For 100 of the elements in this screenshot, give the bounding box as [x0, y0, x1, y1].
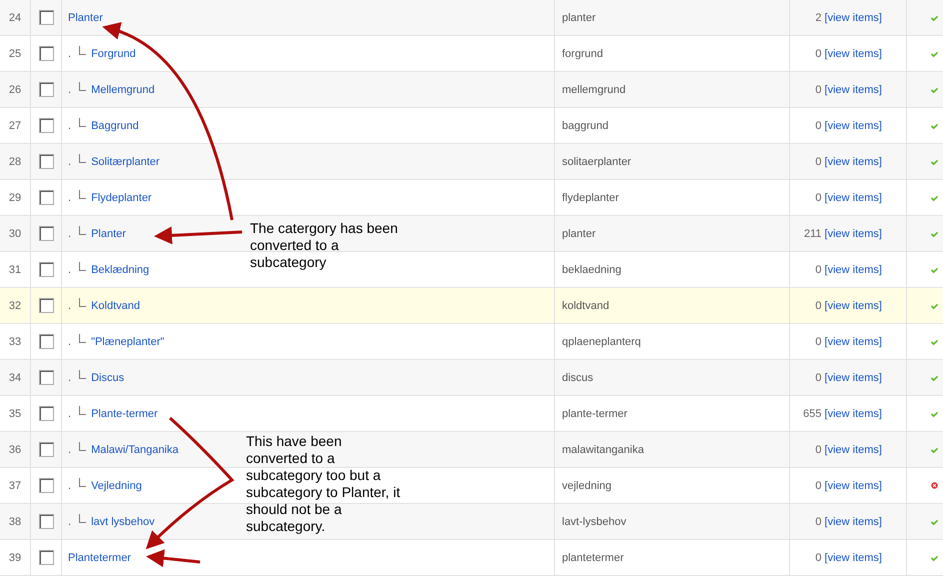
- tree-dot: .: [68, 444, 72, 456]
- tree-branch-icon: [79, 46, 86, 55]
- checkbox[interactable]: [38, 442, 54, 457]
- tree-dot: .: [68, 84, 72, 96]
- row-number: 25: [8, 48, 22, 60]
- category-link[interactable]: Malawi/Tanganika: [91, 444, 178, 456]
- tree-branch-icon: [79, 262, 86, 271]
- category-link[interactable]: lavt lysbehov: [91, 516, 155, 528]
- tree-dot: .: [68, 372, 72, 384]
- row-number: 24: [8, 12, 22, 24]
- tree-branch-icon: [79, 478, 86, 487]
- row-number: 27: [8, 120, 22, 132]
- item-count: 0: [815, 372, 822, 384]
- tree-dot: .: [68, 300, 72, 312]
- category-link[interactable]: Forgrund: [91, 48, 136, 60]
- item-count: 0: [815, 444, 822, 456]
- view-items-link[interactable]: [view items]: [824, 120, 882, 132]
- row-number: 38: [8, 516, 22, 528]
- view-items-link[interactable]: [view items]: [824, 228, 882, 240]
- tree-branch-icon: [79, 82, 86, 91]
- checkbox[interactable]: [38, 514, 54, 529]
- category-link[interactable]: Vejledning: [91, 480, 142, 492]
- category-link[interactable]: "Plæneplanter": [91, 336, 164, 348]
- view-items-link[interactable]: [view items]: [824, 480, 882, 492]
- checkbox[interactable]: [38, 118, 54, 133]
- item-count: 0: [815, 336, 822, 348]
- category-link[interactable]: Solitærplanter: [91, 156, 160, 168]
- tree-dot: .: [68, 120, 72, 132]
- view-items-link[interactable]: [view items]: [824, 192, 882, 204]
- arrow: [146, 549, 200, 568]
- category-link[interactable]: Mellemgrund: [91, 84, 155, 96]
- tree-dot: .: [68, 192, 72, 204]
- item-count: 0: [815, 480, 822, 492]
- alias-text: koldtvand: [562, 300, 610, 312]
- category-link[interactable]: Flydeplanter: [91, 192, 152, 204]
- tree-branch-icon: [79, 334, 86, 343]
- checkbox[interactable]: [38, 262, 54, 277]
- item-count: 0: [815, 192, 822, 204]
- alias-text: planter: [562, 228, 596, 240]
- tree-branch-icon: [79, 154, 86, 163]
- item-count: 0: [815, 264, 822, 276]
- category-link[interactable]: Beklædning: [91, 264, 150, 276]
- view-items-link[interactable]: [view items]: [824, 408, 882, 420]
- tree-branch-icon: [79, 514, 86, 523]
- category-link[interactable]: Baggrund: [91, 120, 139, 132]
- view-items-link[interactable]: [view items]: [824, 12, 882, 24]
- category-link[interactable]: Discus: [91, 372, 124, 384]
- category-link[interactable]: Koldtvand: [91, 300, 140, 312]
- item-count: 0: [815, 156, 822, 168]
- checkbox[interactable]: [38, 406, 54, 421]
- row-number: 31: [8, 264, 22, 276]
- row-number: 26: [8, 84, 22, 96]
- view-items-link[interactable]: [view items]: [824, 48, 882, 60]
- tree-branch-icon: [79, 370, 86, 379]
- category-link[interactable]: Plante-termer: [91, 408, 158, 420]
- row-number: 33: [8, 336, 22, 348]
- item-count: 211: [804, 228, 822, 240]
- tree-dot: .: [68, 228, 72, 240]
- item-count: 0: [815, 120, 822, 132]
- tree-dot: .: [68, 156, 72, 168]
- alias-text: solitaerplanter: [562, 156, 632, 168]
- tree-branch-icon: [79, 442, 86, 451]
- alias-text: baggrund: [562, 120, 608, 132]
- tree-branch-icon: [79, 190, 86, 199]
- checkbox[interactable]: [38, 550, 54, 565]
- checkbox[interactable]: [38, 82, 54, 97]
- alias-text: discus: [562, 372, 594, 384]
- row-number: 34: [8, 372, 22, 384]
- view-items-link[interactable]: [view items]: [824, 444, 882, 456]
- view-items-link[interactable]: [view items]: [824, 336, 882, 348]
- checkbox[interactable]: [38, 226, 54, 241]
- view-items-link[interactable]: [view items]: [824, 372, 882, 384]
- checkbox[interactable]: [38, 10, 54, 25]
- checkbox[interactable]: [38, 478, 54, 493]
- row-number: 39: [8, 552, 22, 564]
- category-link[interactable]: Plantetermer: [68, 552, 131, 564]
- checkbox[interactable]: [38, 334, 54, 349]
- checkbox[interactable]: [38, 154, 54, 169]
- alias-text: vejledning: [562, 480, 612, 492]
- view-items-link[interactable]: [view items]: [824, 156, 882, 168]
- tree-branch-icon: [79, 298, 86, 307]
- item-count: 0: [815, 552, 822, 564]
- checkbox[interactable]: [38, 298, 54, 313]
- item-count: 0: [815, 48, 822, 60]
- view-items-link[interactable]: [view items]: [824, 264, 882, 276]
- category-link[interactable]: Planter: [91, 228, 126, 240]
- view-items-link[interactable]: [view items]: [824, 300, 882, 312]
- view-items-link[interactable]: [view items]: [824, 516, 882, 528]
- view-items-link[interactable]: [view items]: [824, 552, 882, 564]
- view-items-link[interactable]: [view items]: [824, 84, 882, 96]
- alias-text: planter: [562, 12, 596, 24]
- alias-text: forgrund: [562, 48, 603, 60]
- category-link[interactable]: Planter: [68, 12, 103, 24]
- checkbox[interactable]: [38, 46, 54, 61]
- checkbox[interactable]: [38, 190, 54, 205]
- item-count: 0: [815, 84, 822, 96]
- tree-branch-icon: [79, 226, 86, 235]
- checkbox[interactable]: [38, 370, 54, 385]
- row-number: 29: [8, 192, 22, 204]
- alias-text: qplaeneplanterq: [562, 336, 641, 348]
